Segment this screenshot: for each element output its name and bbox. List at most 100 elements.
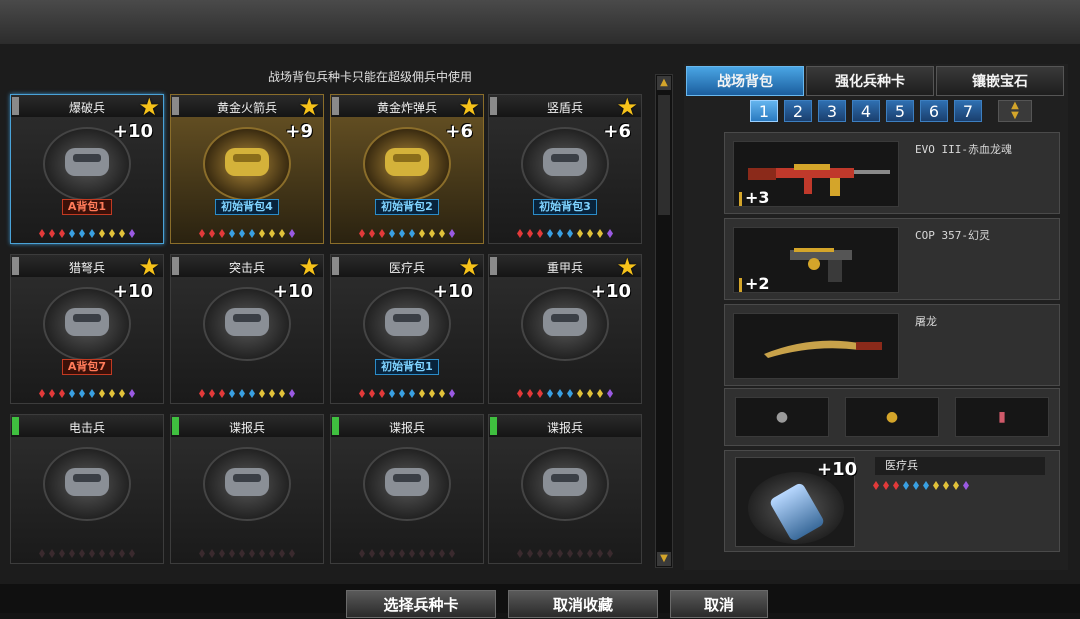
bag-badge: 初始背包4 [171, 195, 323, 215]
soldier-card[interactable]: 突击兵 ★ +10 [170, 254, 324, 404]
gem-icon [923, 481, 929, 490]
soldier-card[interactable]: 竖盾兵 ★ +6 初始背包3 [488, 94, 642, 244]
weapon-plus-label: +3 [739, 188, 770, 207]
gem-icon [249, 549, 255, 558]
gem-icon [109, 549, 115, 558]
weapon-name: 屠龙 [915, 315, 937, 328]
gem-icon [269, 229, 275, 238]
unfavorite-button[interactable]: 取消收藏 [508, 590, 658, 618]
weapon-slot-primary[interactable]: +3 EVO III-赤血龙魂 [724, 132, 1060, 214]
gem-icon [537, 229, 543, 238]
card-emblem [363, 447, 451, 521]
select-card-button[interactable]: 选择兵种卡 [346, 590, 496, 618]
card-level: +6 [445, 121, 473, 142]
grenade-slot-1[interactable]: ● [735, 397, 829, 437]
soldier-card[interactable]: 爆破兵 ★ +10 A背包1 [10, 94, 164, 244]
gem-icon [547, 389, 553, 398]
gem-icon [557, 549, 563, 558]
gem-icon [449, 549, 455, 558]
page-button-5[interactable]: 5 [886, 100, 914, 122]
card-emblem [363, 127, 451, 201]
gem-icon [359, 549, 365, 558]
gem-icon [567, 389, 573, 398]
star-icon: ★ [138, 94, 160, 121]
gem-icon [269, 549, 275, 558]
weapon-name: EVO III-赤血龙魂 [915, 143, 1012, 156]
gem-icon [409, 549, 415, 558]
soldier-equipment-icon [57, 140, 117, 188]
gem-icon [289, 389, 295, 398]
star-icon: ★ [458, 254, 480, 281]
tab-inlay-gem[interactable]: 镶嵌宝石 [936, 66, 1064, 96]
soldier-card[interactable]: 猎弩兵 ★ +10 A背包7 [10, 254, 164, 404]
soldier-card[interactable]: 谍报兵 [330, 414, 484, 564]
weapon-slot-melee[interactable]: 屠龙 [724, 304, 1060, 386]
gem-icon [607, 389, 613, 398]
page-button-4[interactable]: 4 [852, 100, 880, 122]
card-header: 谍报兵 [489, 415, 641, 437]
gem-icon [249, 389, 255, 398]
gem-icon [129, 229, 135, 238]
page-button-3[interactable]: 3 [818, 100, 846, 122]
grenade-slot-3[interactable]: ▮ [955, 397, 1049, 437]
grenade-slot-2[interactable]: ● [845, 397, 939, 437]
gem-icon [69, 549, 75, 558]
gem-slots [331, 549, 483, 558]
gem-icon [557, 389, 563, 398]
soldier-equipment-icon [377, 300, 437, 348]
weapon-slot-secondary[interactable]: +2 COP 357-幻灵 [724, 218, 1060, 300]
gem-icon [369, 389, 375, 398]
soldier-equipment-icon [217, 300, 277, 348]
gem-icon [79, 389, 85, 398]
gem-icon [439, 549, 445, 558]
soldier-card[interactable]: 医疗兵 ★ +10 初始背包1 [330, 254, 484, 404]
scroll-down-arrow-icon[interactable]: ▼ [657, 552, 671, 566]
gem-icon [109, 229, 115, 238]
card-name: 谍报兵 [228, 421, 265, 435]
cancel-button[interactable]: 取消 [670, 590, 768, 618]
gem-icon [399, 389, 405, 398]
card-level: +9 [285, 121, 313, 142]
soldier-card[interactable]: 电击兵 [10, 414, 164, 564]
equipped-card-slot[interactable]: +10 医疗兵 [724, 450, 1060, 552]
scroll-up-arrow-icon[interactable]: ▲ [657, 76, 671, 90]
page-scroll-arrows-icon[interactable]: ▲ ▼ [998, 100, 1032, 122]
gem-icon [597, 229, 603, 238]
card-level: +10 [112, 121, 153, 142]
soldier-card[interactable]: 谍报兵 [488, 414, 642, 564]
gem-icon [597, 389, 603, 398]
gem-icon [209, 549, 215, 558]
card-grid-scrollbar[interactable]: ▲ ▼ [655, 74, 673, 568]
soldier-card[interactable]: 重甲兵 ★ +10 [488, 254, 642, 404]
gem-icon [119, 549, 125, 558]
gem-icon [527, 389, 533, 398]
bag-label: 初始背包1 [375, 359, 439, 375]
gem-icon [239, 229, 245, 238]
gem-icon [209, 229, 215, 238]
soldier-equipment-icon [535, 300, 595, 348]
soldier-card[interactable]: 黄金火箭兵 ★ +9 初始背包4 [170, 94, 324, 244]
card-emblem [203, 447, 291, 521]
page-button-1[interactable]: 1 [750, 100, 778, 122]
soldier-equipment-icon [217, 460, 277, 508]
equipped-card-gems [871, 481, 971, 490]
tab-upgrade-card[interactable]: 强化兵种卡 [806, 66, 934, 96]
grenade-icon: ● [885, 409, 899, 425]
card-emblem [43, 447, 131, 521]
scroll-thumb[interactable] [658, 95, 670, 215]
page-button-2[interactable]: 2 [784, 100, 812, 122]
gem-icon [873, 481, 879, 490]
bag-badge: A背包7 [11, 355, 163, 375]
soldier-card[interactable]: 黄金炸弹兵 ★ +6 初始背包2 [330, 94, 484, 244]
gem-icon [69, 389, 75, 398]
gem-icon [429, 549, 435, 558]
gem-icon [913, 481, 919, 490]
page-button-6[interactable]: 6 [920, 100, 948, 122]
page-button-7[interactable]: 7 [954, 100, 982, 122]
grenade-icon: ● [775, 409, 789, 425]
gem-icon [39, 229, 45, 238]
tab-battle-backpack[interactable]: 战场背包 [686, 66, 804, 96]
gem-icon [883, 481, 889, 490]
equipped-card-name: 医疗兵 [875, 457, 1045, 475]
soldier-card[interactable]: 谍报兵 [170, 414, 324, 564]
